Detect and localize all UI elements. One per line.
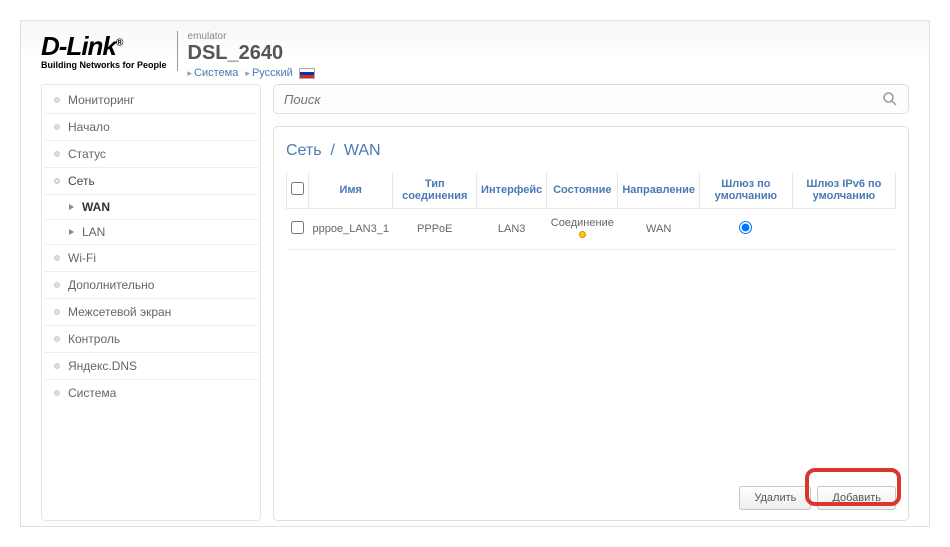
model-name: DSL_2640 [188,42,315,65]
sidebar: Мониторинг Начало Статус Сеть WAN LAN Wi… [41,84,261,521]
col-type[interactable]: Тип соединения [393,172,477,209]
breadcrumb-system[interactable]: Система [194,67,238,79]
cell-gw6 [792,209,895,250]
brand-tagline: Building Networks for People [41,60,167,70]
sidebar-item-advanced[interactable]: Дополнительно [44,272,258,299]
default-gw-radio[interactable] [739,221,752,234]
col-direction[interactable]: Направление [618,172,700,209]
status-dot-icon [579,231,586,238]
cell-state: Соединение [547,209,618,250]
col-state[interactable]: Состояние [547,172,618,209]
cell-type: PPPoE [393,209,477,250]
emulator-label: emulator [188,31,315,42]
sidebar-item-control[interactable]: Контроль [44,326,258,353]
sidebar-item-status[interactable]: Статус [44,141,258,168]
select-all-checkbox[interactable] [291,182,304,195]
breadcrumb-language[interactable]: Русский [252,67,293,79]
col-gw6[interactable]: Шлюз IPv6 по умолчанию [792,172,895,209]
wan-table: Имя Тип соединения Интерфейс Состояние Н… [286,172,896,250]
add-button[interactable]: Добавить [817,486,896,510]
cell-gw [699,209,792,250]
divider [177,31,178,71]
search-input[interactable] [284,92,882,107]
delete-button[interactable]: Удалить [739,486,811,510]
col-gw[interactable]: Шлюз по умолчанию [699,172,792,209]
table-row[interactable]: pppoe_LAN3_1 PPPoE LAN3 Соединение WAN [287,209,896,250]
sidebar-item-monitoring[interactable]: Мониторинг [44,87,258,114]
wan-panel: Сеть / WAN Имя Тип соединения Интерфейс … [273,126,909,521]
row-checkbox[interactable] [291,221,304,234]
flag-icon [299,68,315,79]
brand-logo: D-Link® [41,31,167,62]
sidebar-item-firewall[interactable]: Межсетевой экран [44,299,258,326]
sidebar-subitem-lan[interactable]: LAN [44,220,258,245]
cell-name: pppoe_LAN3_1 [309,209,393,250]
search-box [273,84,909,114]
sidebar-subitem-wan[interactable]: WAN [44,195,258,220]
search-icon[interactable] [882,91,898,107]
sidebar-item-network[interactable]: Сеть [44,168,258,195]
col-iface[interactable]: Интерфейс [477,172,547,209]
sidebar-item-wifi[interactable]: Wi-Fi [44,245,258,272]
breadcrumb: ▸Система ▸Русский [188,67,315,79]
panel-title: Сеть / WAN [286,142,896,160]
sidebar-item-start[interactable]: Начало [44,114,258,141]
header: D-Link® Building Networks for People emu… [21,21,929,84]
col-name[interactable]: Имя [309,172,393,209]
sidebar-item-yandex-dns[interactable]: Яндекс.DNS [44,353,258,380]
cell-iface: LAN3 [477,209,547,250]
sidebar-item-system[interactable]: Система [44,380,258,406]
cell-direction: WAN [618,209,700,250]
